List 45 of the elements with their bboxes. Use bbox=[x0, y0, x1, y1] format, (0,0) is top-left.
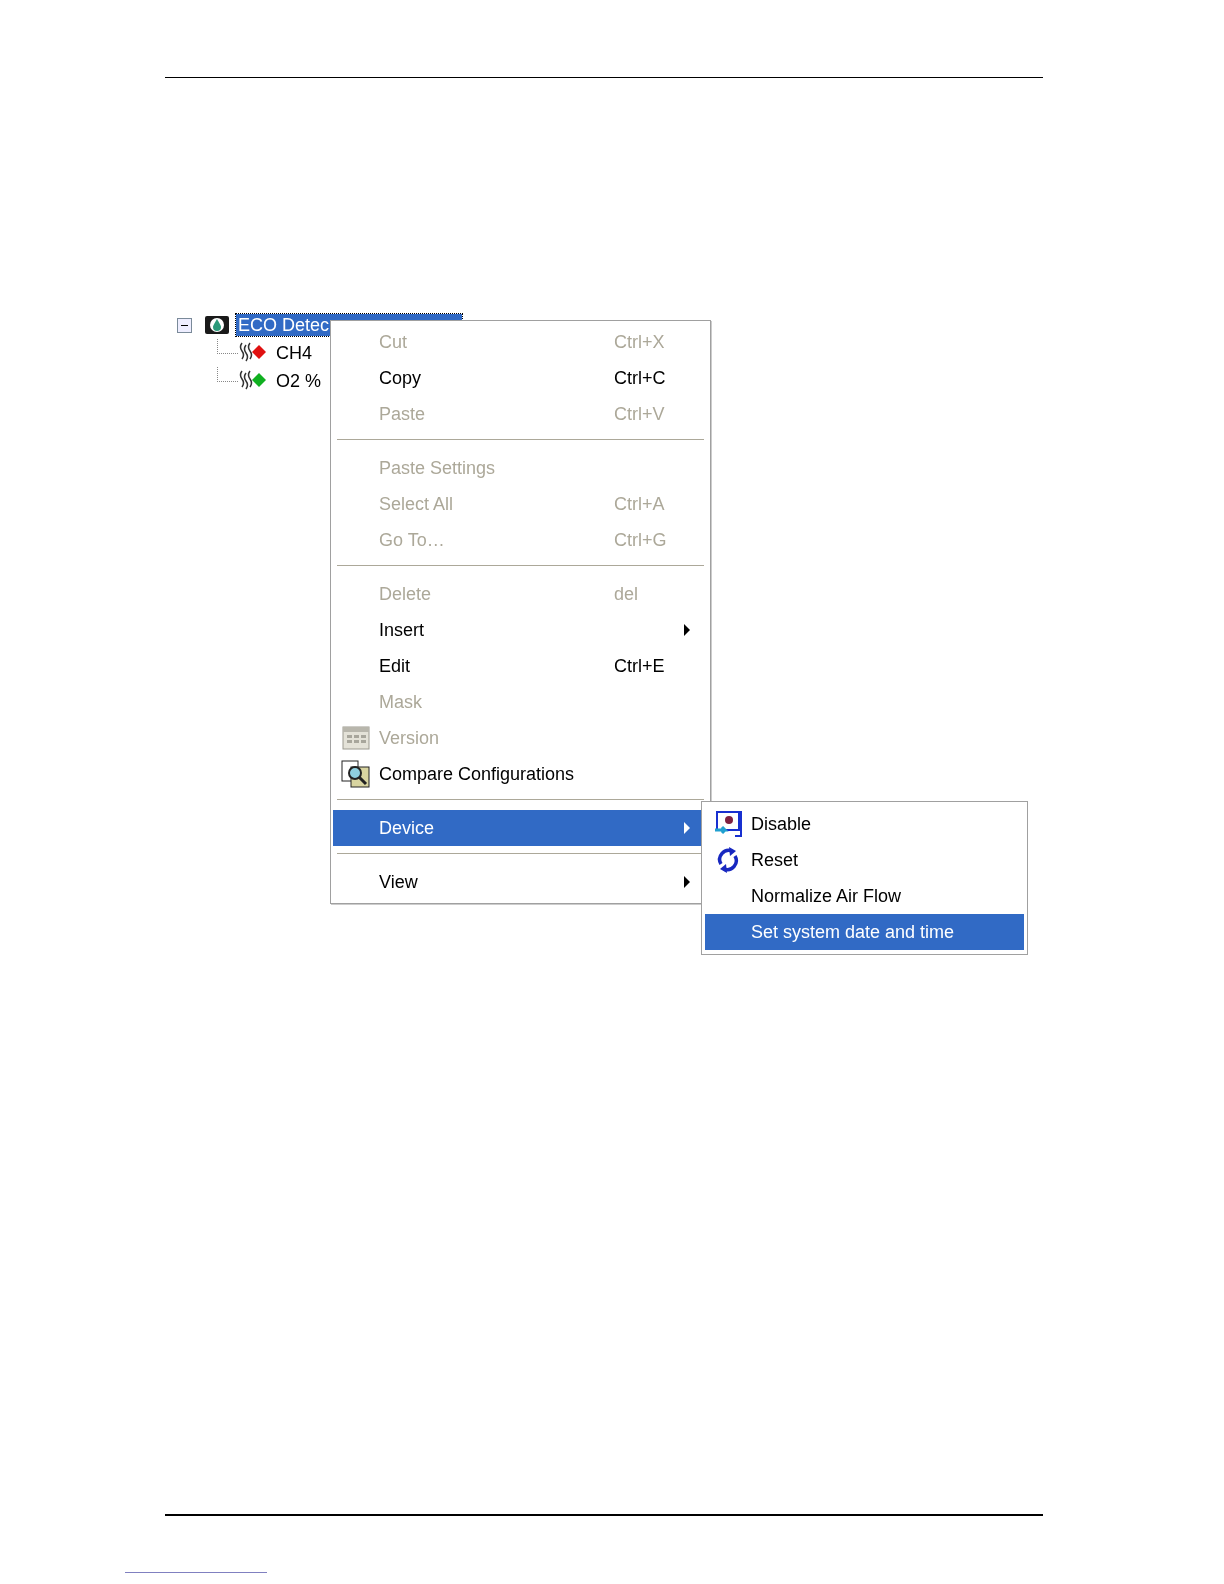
menu-item-label: Paste Settings bbox=[379, 457, 497, 479]
menu-item-label: Edit bbox=[379, 655, 412, 677]
menu-item-label: Set system date and time bbox=[751, 921, 956, 943]
shortcut-label: Ctrl+A bbox=[614, 493, 665, 514]
menu-item[interactable]: Edit Ctrl+E bbox=[333, 648, 708, 684]
shortcut-label: Ctrl+C bbox=[614, 367, 666, 388]
menu-item[interactable]: Normalize Air Flow bbox=[705, 878, 1024, 914]
submenu-arrow-icon bbox=[684, 624, 690, 636]
shortcut-label: del bbox=[614, 583, 639, 604]
magnifier-icon bbox=[341, 760, 371, 788]
menu-item-label: Normalize Air Flow bbox=[751, 885, 903, 907]
monitor-icon bbox=[713, 810, 743, 838]
menu-item[interactable]: Set system date and time bbox=[705, 914, 1024, 950]
tree-item[interactable]: CH4 bbox=[274, 342, 314, 364]
menu-item-label: Compare Configurations bbox=[379, 763, 576, 785]
menu-item-label: Device bbox=[379, 817, 436, 839]
menu-item[interactable]: Reset bbox=[705, 842, 1024, 878]
refresh-icon bbox=[715, 846, 741, 874]
menu-item-label: Insert bbox=[379, 619, 426, 641]
menu-item[interactable]: Compare Configurations bbox=[333, 756, 708, 792]
shortcut-label: Ctrl+X bbox=[614, 331, 665, 352]
shortcut-label: Ctrl+E bbox=[614, 655, 665, 676]
menu-item[interactable]: Copy Ctrl+C bbox=[333, 360, 708, 396]
menu-item[interactable]: Disable bbox=[705, 806, 1024, 842]
collapse-toggle[interactable] bbox=[177, 317, 192, 333]
menu-item[interactable]: View bbox=[333, 864, 708, 900]
submenu-arrow-icon bbox=[684, 822, 690, 834]
menu-item[interactable]: Insert bbox=[333, 612, 708, 648]
menu-item-label: Mask bbox=[379, 691, 423, 713]
shortcut-label: Ctrl+G bbox=[614, 529, 667, 550]
detector-icon bbox=[204, 314, 230, 336]
menu-item-label: Go To… bbox=[379, 529, 446, 551]
tree-item[interactable]: O2 % bbox=[274, 370, 324, 392]
menu-item-label: Reset bbox=[751, 849, 800, 871]
shortcut-label: Ctrl+V bbox=[614, 403, 665, 424]
menu-item-label: Select All bbox=[379, 493, 455, 515]
menu-item-label: Disable bbox=[751, 813, 813, 835]
menu-item-label: Version bbox=[379, 727, 441, 749]
menu-item-label: Copy bbox=[379, 367, 423, 389]
menu-item-label: Paste bbox=[379, 403, 427, 425]
table-icon bbox=[342, 726, 370, 750]
menu-item-label: Delete bbox=[379, 583, 433, 605]
menu-item-label: Cut bbox=[379, 331, 408, 353]
submenu-arrow-icon bbox=[684, 876, 690, 888]
menu-item-label: View bbox=[379, 871, 419, 893]
